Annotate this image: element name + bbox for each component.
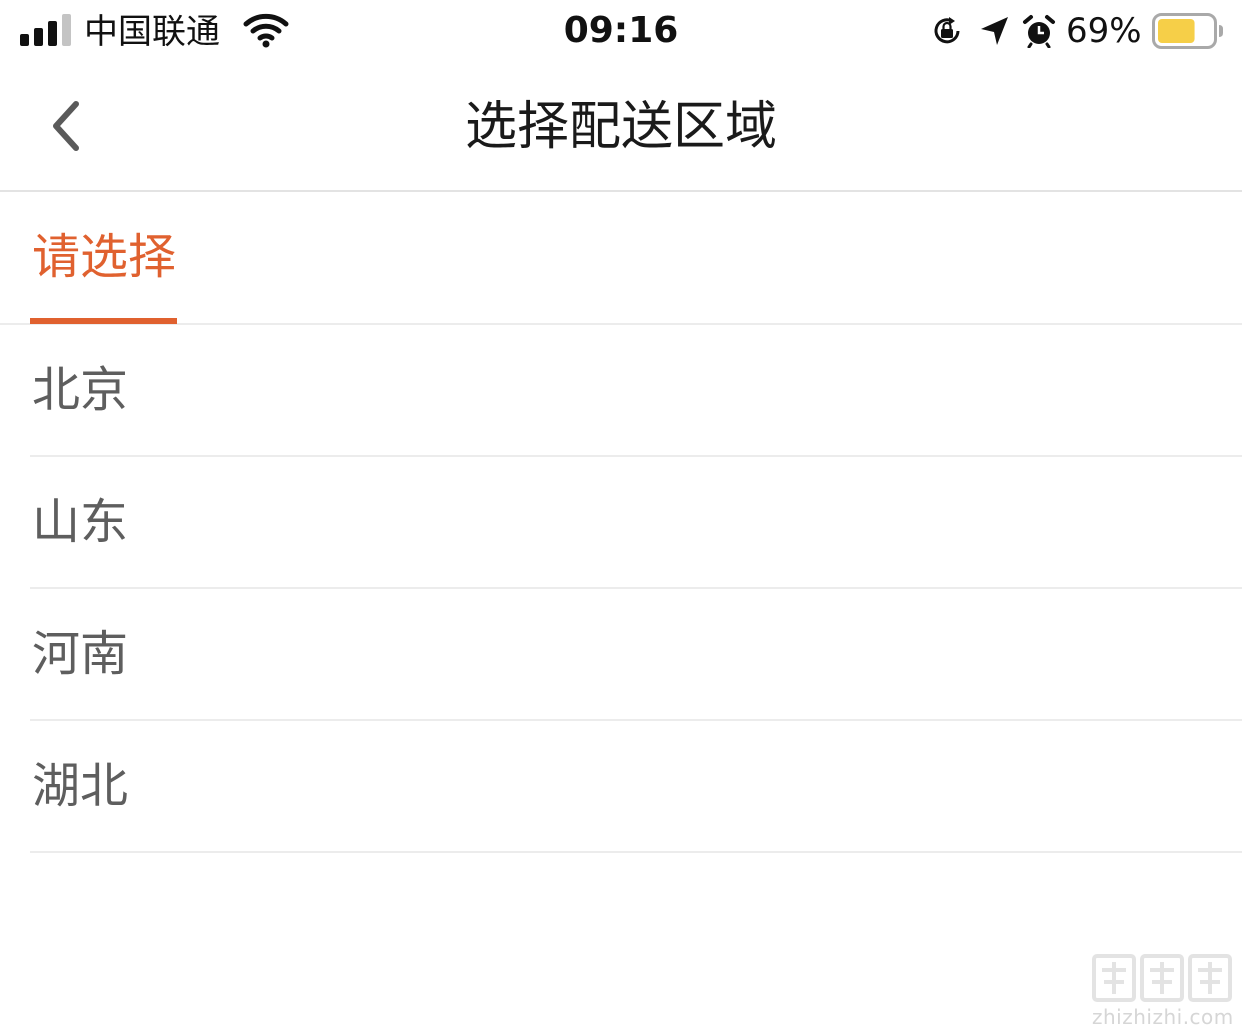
wifi-icon: [243, 13, 289, 48]
carrier-name: 中国联通: [84, 12, 220, 52]
region-item-henan[interactable]: 河南: [30, 589, 1242, 721]
tab-please-select[interactable]: 请选择: [30, 192, 177, 324]
battery-percent: 69%: [1066, 11, 1142, 51]
location-arrow-icon: [981, 17, 1008, 45]
chevron-left-icon: [53, 101, 79, 151]
region-label: 山东: [32, 494, 129, 550]
battery-icon: [1152, 13, 1223, 49]
tab-bar: 请选择: [0, 192, 1242, 325]
orientation-lock-icon: [934, 17, 960, 44]
region-label: 北京: [32, 362, 129, 418]
region-list: 北京 山东 河南 湖北: [30, 325, 1242, 853]
status-time: 09:16: [563, 10, 679, 51]
nav-bar: 选择配送区域: [0, 64, 1242, 192]
back-button[interactable]: [30, 90, 102, 162]
tab-active-indicator: [30, 318, 177, 324]
region-label: 湖北: [32, 758, 129, 814]
tab-label: 请选择: [32, 229, 177, 285]
alarm-icon: [1023, 15, 1055, 48]
signal-icon: [20, 14, 72, 46]
region-label: 河南: [32, 626, 129, 682]
region-item-hubei[interactable]: 湖北: [30, 721, 1242, 853]
region-item-beijing[interactable]: 北京: [30, 325, 1242, 457]
status-bar: 中国联通 09:16 69%: [0, 0, 1242, 64]
page-title: 选择配送区域: [464, 97, 777, 157]
region-item-shandong[interactable]: 山东: [30, 457, 1242, 589]
watermark-text: zhizhizhi.com: [1092, 1005, 1234, 1029]
